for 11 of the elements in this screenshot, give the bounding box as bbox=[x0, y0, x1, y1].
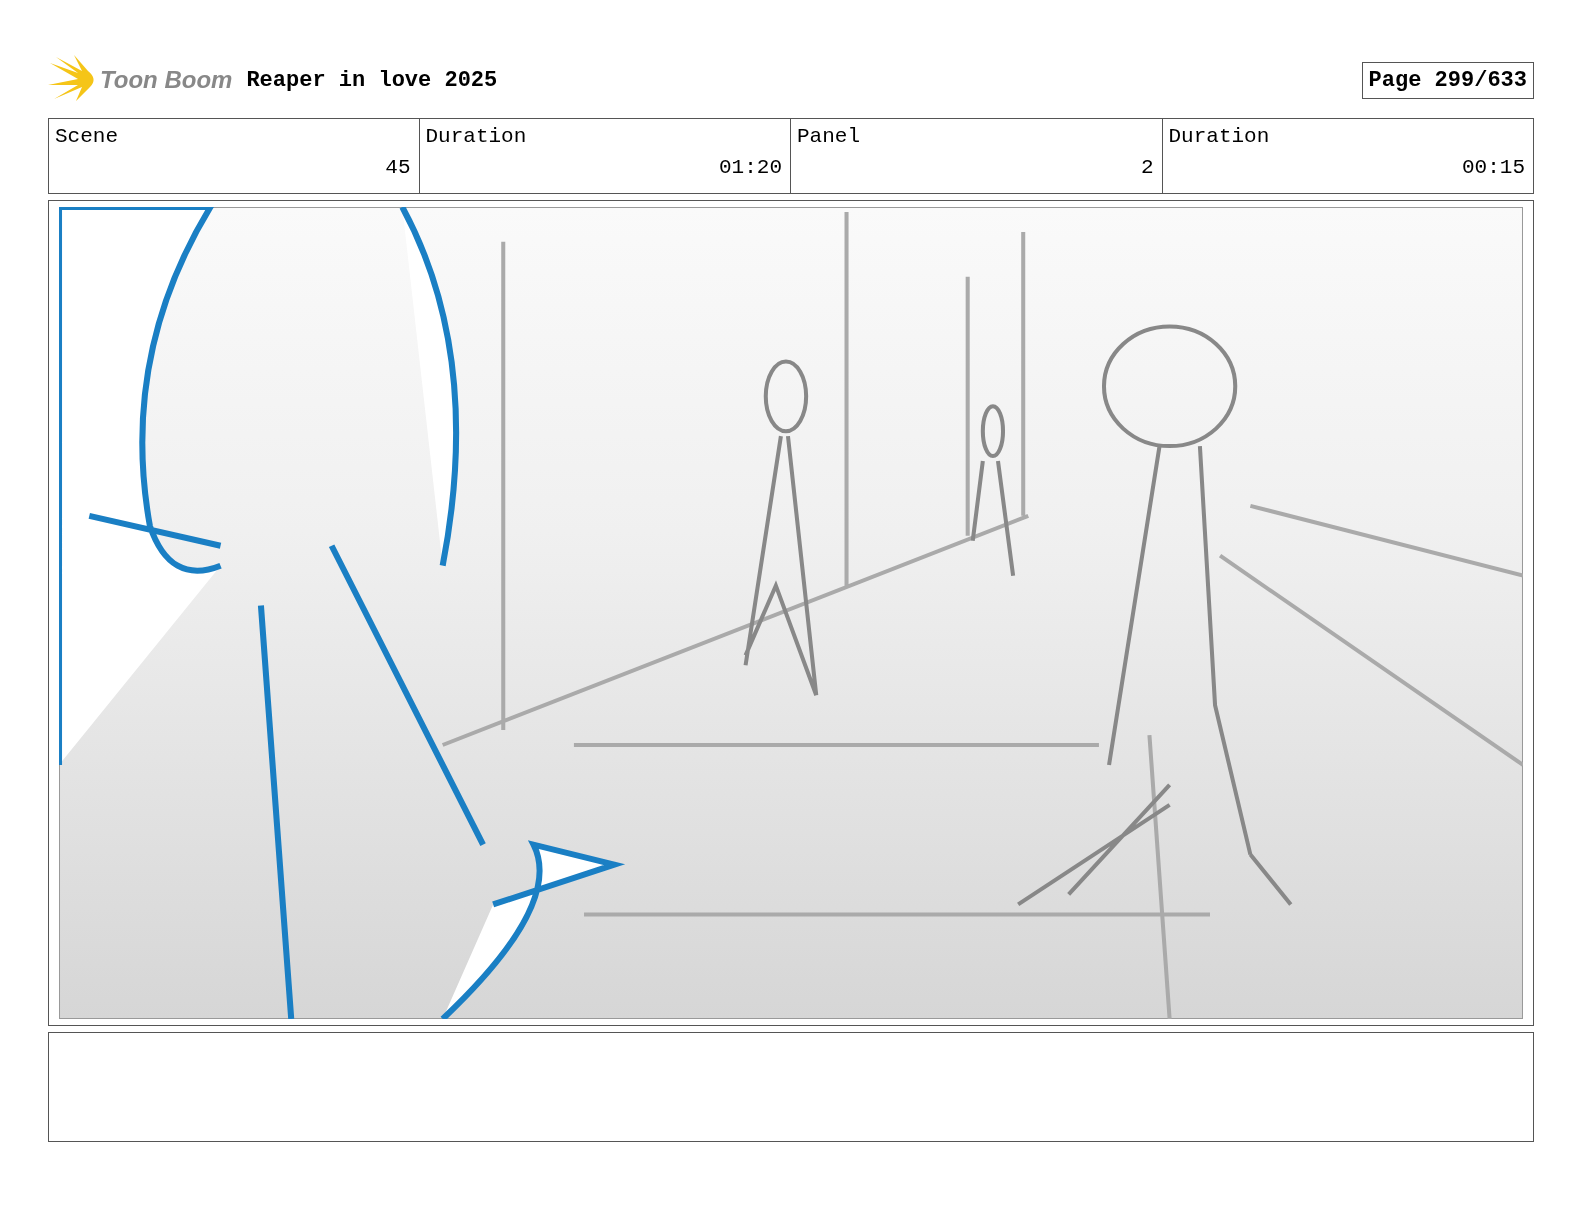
table-cell: 01:20 bbox=[719, 156, 782, 179]
table-cell: 00:15 bbox=[1462, 156, 1525, 179]
page-number: Page 299/633 bbox=[1361, 61, 1534, 99]
column-header: Duration bbox=[425, 125, 527, 148]
table-cell: 45 bbox=[385, 156, 411, 179]
column-header: Panel bbox=[797, 125, 860, 148]
column-header: Duration bbox=[1168, 125, 1270, 148]
column-header: Scene bbox=[55, 125, 118, 148]
table-cell: 2 bbox=[1140, 156, 1154, 179]
logo-text: Toon Boom bbox=[100, 66, 233, 94]
project-title: Reaper in love 2025 bbox=[246, 67, 498, 93]
